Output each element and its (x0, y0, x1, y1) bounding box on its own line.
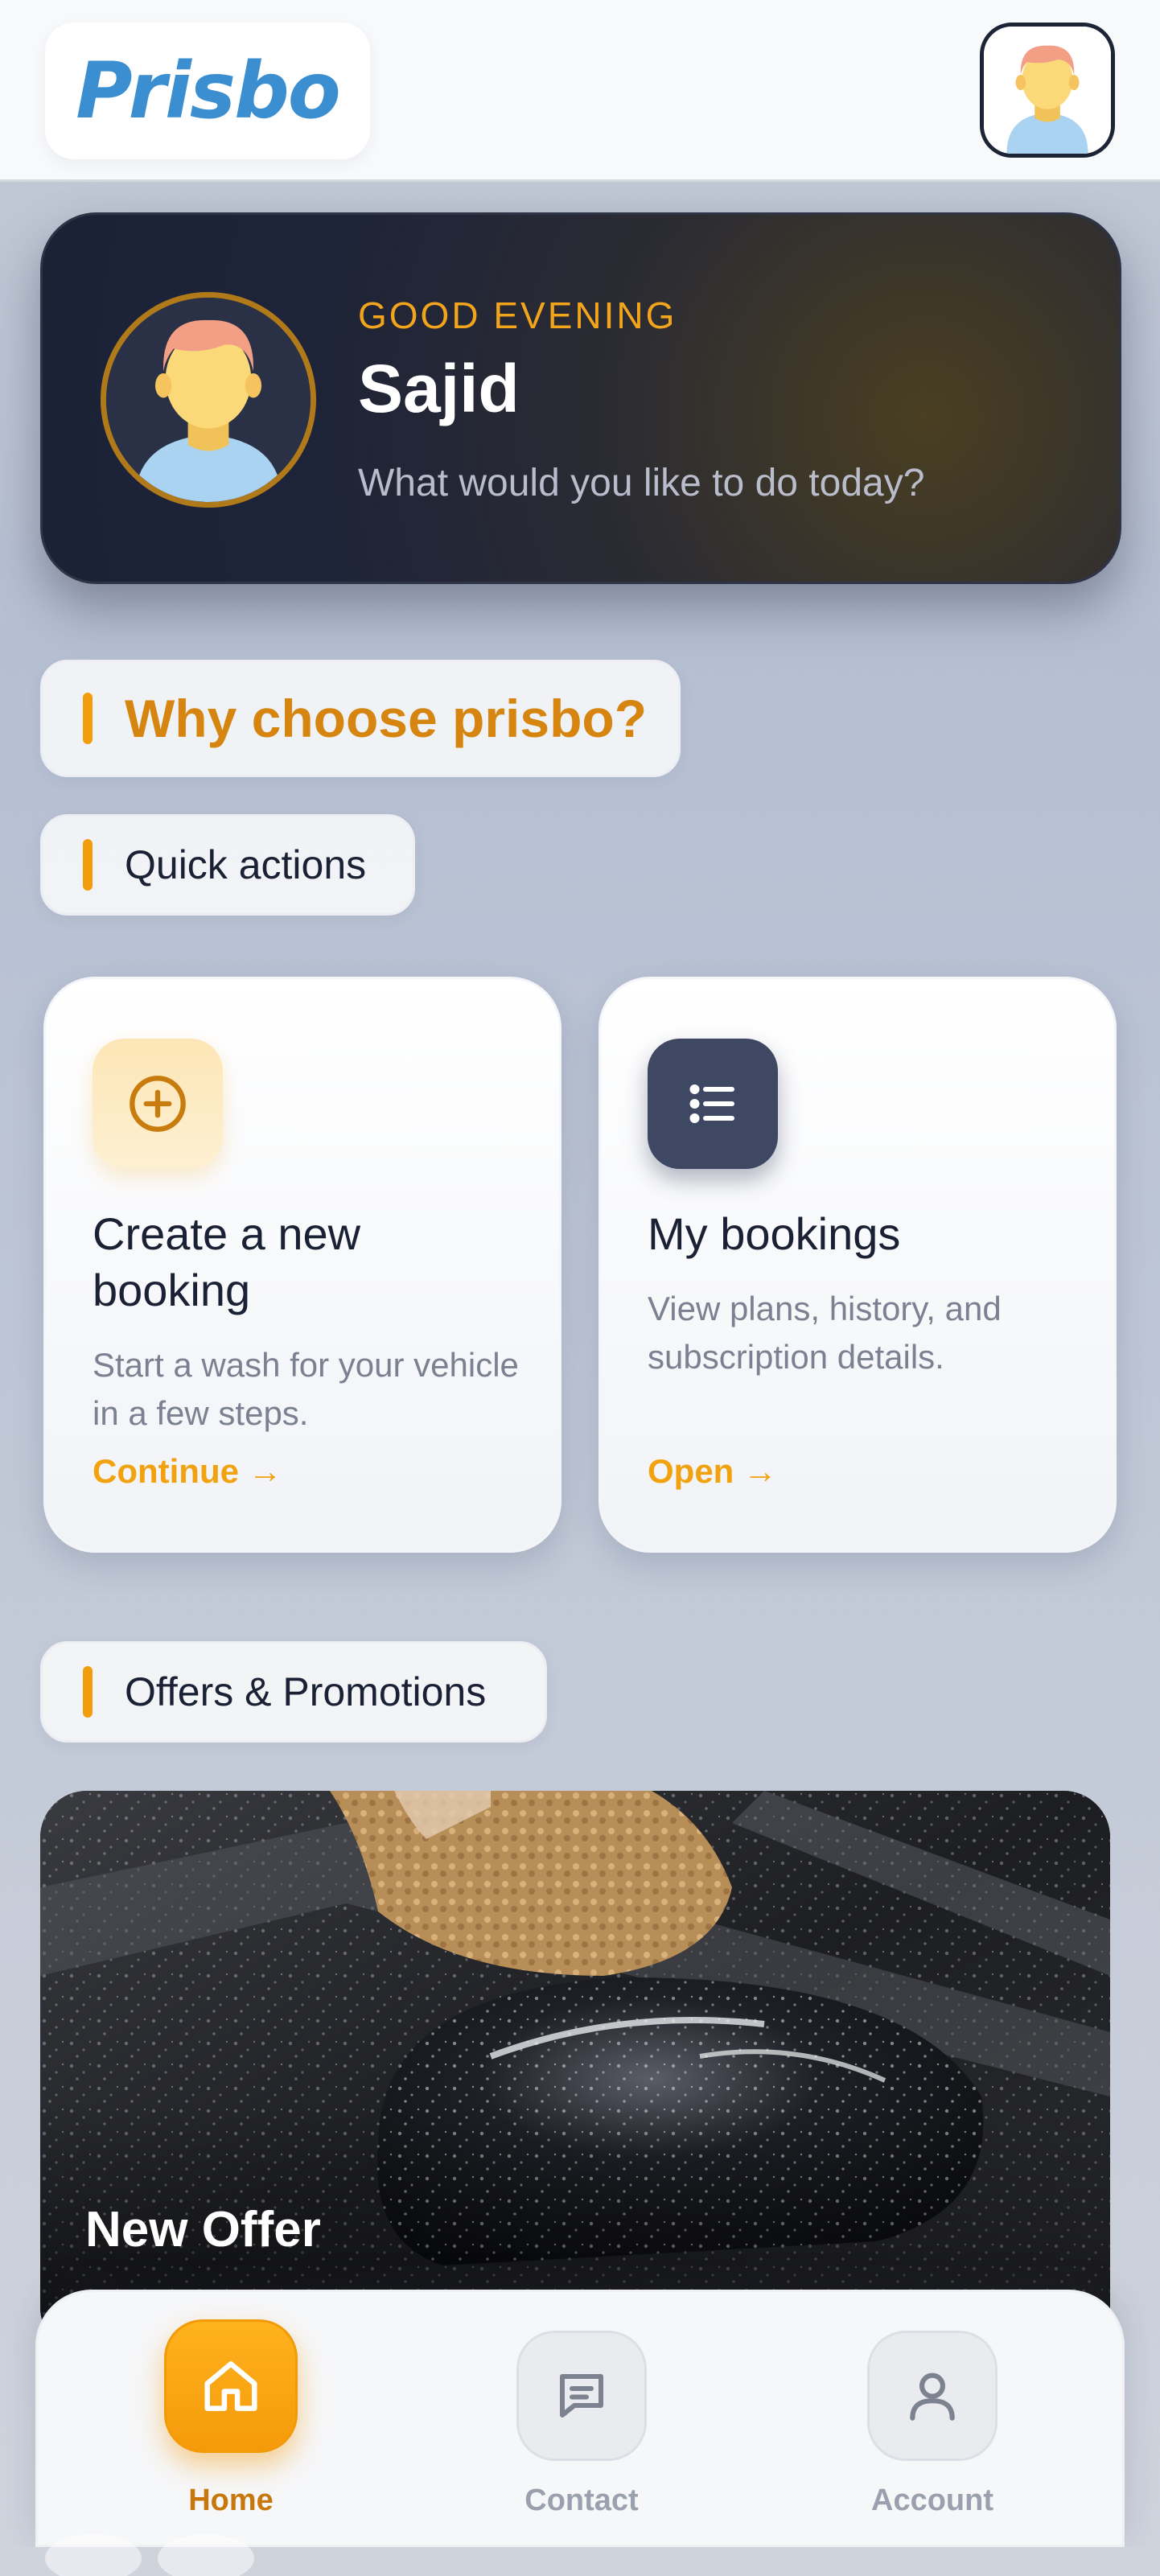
greeting-card: GOOD EVENING Sajid What would you like t… (40, 212, 1121, 584)
offers-heading: Offers & Promotions (40, 1641, 547, 1743)
offer-title: New Offer (85, 2202, 321, 2257)
greeting-subtitle: What would you like to do today? (358, 462, 925, 504)
section-accent-bar (83, 839, 93, 891)
bottom-navigation: Home Contact Account (35, 2290, 1125, 2547)
offer-banner[interactable]: New Offer (40, 1791, 1110, 2354)
create-booking-card[interactable]: Create a new booking Start a wash for yo… (43, 977, 561, 1553)
user-avatar-icon (106, 298, 311, 502)
greeting-salutation: GOOD EVENING (358, 294, 677, 336)
card-description: Start a wash for your vehicle in a few s… (93, 1346, 519, 1432)
nav-account-label: Account (871, 2483, 993, 2517)
message-icon (516, 2331, 647, 2461)
user-name: Sajid (358, 351, 520, 426)
background-shape (158, 2534, 254, 2576)
nav-home-label: Home (188, 2483, 274, 2517)
nav-account[interactable]: Account (836, 2319, 1029, 2518)
user-icon (867, 2331, 998, 2461)
continue-link[interactable]: Continue → (93, 1452, 282, 1491)
section-accent-bar (83, 1666, 93, 1718)
user-avatar-icon (984, 27, 1111, 154)
nav-contact-label: Contact (524, 2483, 639, 2517)
quick-actions-label: Quick actions (125, 842, 367, 887)
plus-circle-icon (93, 1039, 223, 1169)
nav-contact[interactable]: Contact (485, 2319, 678, 2518)
background-shape (45, 2534, 142, 2576)
quick-actions-heading: Quick actions (40, 814, 415, 916)
card-title: My bookings (648, 1208, 901, 1259)
logo[interactable]: Prisbo (45, 23, 370, 159)
logo-text: Prisbo (76, 46, 340, 136)
offer-image (40, 1791, 1110, 2354)
offers-label: Offers & Promotions (125, 1669, 487, 1714)
section-accent-bar (83, 693, 93, 744)
list-icon (648, 1039, 778, 1169)
home-icon (164, 2319, 298, 2453)
nav-home[interactable]: Home (134, 2319, 327, 2518)
why-choose-label: Why choose prisbo? (125, 689, 648, 748)
why-choose-button[interactable]: Why choose prisbo? (40, 660, 681, 777)
top-header: Prisbo (0, 0, 1160, 182)
profile-avatar-button[interactable] (980, 23, 1115, 158)
greeting-avatar (101, 292, 316, 508)
open-link[interactable]: Open → (648, 1452, 777, 1491)
card-title: Create a new booking (93, 1208, 361, 1315)
my-bookings-card[interactable]: My bookings View plans, history, and sub… (599, 977, 1117, 1553)
card-description: View plans, history, and subscription de… (648, 1290, 1002, 1376)
